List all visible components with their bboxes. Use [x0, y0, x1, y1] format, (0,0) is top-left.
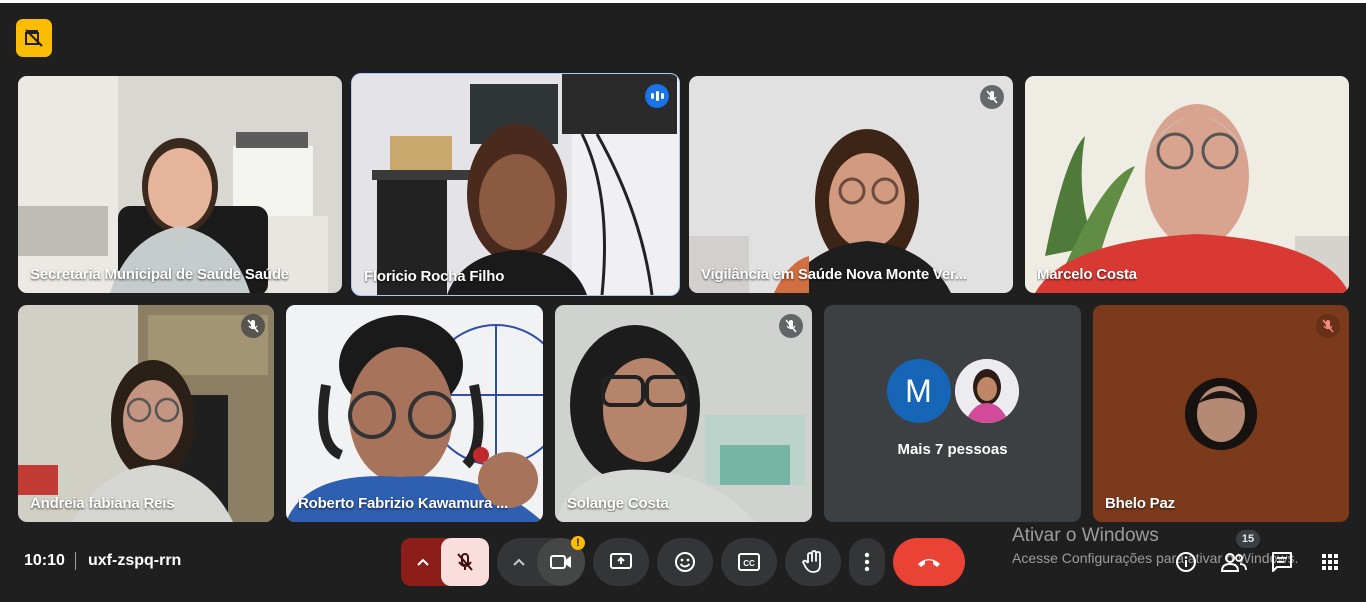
camera-warning-icon: !: [571, 536, 585, 550]
reactions-button[interactable]: [657, 538, 713, 586]
participant-name: Vigilância em Saúde Nova Monte Ver...: [701, 266, 967, 283]
participant-avatar: M: [886, 359, 951, 423]
mic-off-indicator: [980, 85, 1004, 109]
info-icon: [1176, 552, 1196, 572]
video-feed: [689, 76, 1013, 293]
participant-tile[interactable]: Marcelo Costa: [1025, 76, 1349, 293]
chevron-up-icon: [513, 558, 525, 566]
participant-avatar-photo: [1185, 378, 1257, 450]
participant-name: Andreia fabiana Reis: [30, 495, 175, 512]
mic-off-icon: [247, 319, 259, 333]
meeting-details-button[interactable]: [1172, 548, 1200, 576]
mic-off-icon: [1322, 319, 1334, 333]
participant-name: Marcelo Costa: [1037, 266, 1137, 283]
mic-off-icon: [457, 553, 473, 571]
svg-text:CC: CC: [743, 559, 755, 568]
divider: [75, 552, 76, 570]
participant-tile[interactable]: Secretaria Municipal de Saúde Saúde: [18, 76, 342, 293]
recording-disabled-badge[interactable]: [16, 19, 52, 57]
top-strip: [0, 0, 1366, 3]
video-feed: [18, 76, 342, 293]
participant-tile[interactable]: Roberto Fabrizio Kawamura ...: [286, 305, 543, 522]
video-options-chevron[interactable]: [502, 538, 536, 586]
participant-avatar-photo: [954, 359, 1019, 423]
raise-hand-icon: [802, 550, 821, 573]
people-button[interactable]: [1220, 548, 1248, 576]
emoji-icon: [675, 552, 695, 572]
leave-call-button[interactable]: [893, 538, 965, 586]
camera-toggle-button[interactable]: !: [537, 536, 585, 586]
activation-subtitle: Acesse Configurações para ativar o Windo…: [1012, 550, 1299, 566]
participant-tile[interactable]: Vigilância em Saúde Nova Monte Ver...: [689, 76, 1013, 293]
participant-name: Roberto Fabrizio Kawamura ...: [298, 495, 509, 512]
participant-name: Floricio Rocha Filho: [364, 268, 505, 285]
speaking-indicator-icon: [645, 84, 669, 108]
participant-tile[interactable]: Andreia fabiana Reis: [18, 305, 274, 522]
participant-tile[interactable]: Bhelo Paz: [1093, 305, 1349, 522]
participant-name: Solange Costa: [567, 495, 669, 512]
meeting-clock: 10:10: [24, 552, 65, 569]
participant-name: Secretaria Municipal de Saúde Saúde: [30, 266, 289, 283]
mic-off-indicator: [1316, 314, 1340, 338]
more-people-tile[interactable]: M Mais 7 pessoas: [824, 305, 1081, 522]
audio-options-chevron[interactable]: [406, 538, 440, 586]
participants-count-badge: 15: [1236, 530, 1260, 548]
present-button[interactable]: [593, 538, 649, 586]
mic-off-indicator: [241, 314, 265, 338]
end-call-icon: [918, 559, 940, 567]
video-feed: [286, 305, 543, 522]
raise-hand-button[interactable]: [785, 538, 841, 586]
chevron-up-icon: [417, 558, 429, 566]
video-feed: [555, 305, 812, 522]
participant-name: Bhelo Paz: [1105, 495, 1175, 512]
mic-off-icon: [986, 90, 998, 104]
more-vert-icon: [864, 552, 870, 572]
chat-button[interactable]: [1268, 548, 1296, 576]
mic-off-icon: [785, 319, 797, 333]
present-icon: [610, 553, 632, 569]
captions-button[interactable]: CC: [721, 538, 777, 586]
participant-tile-active[interactable]: Floricio Rocha Filho: [351, 73, 680, 296]
apps-icon: [1322, 554, 1338, 570]
video-feed: [352, 74, 679, 295]
meeting-code: uxf-zspq-rrn: [88, 552, 182, 569]
video-feed: [1025, 76, 1349, 293]
no-recording-icon: [25, 29, 43, 47]
mic-toggle-button[interactable]: [441, 538, 489, 586]
activities-button[interactable]: [1316, 548, 1344, 576]
participant-tile[interactable]: Solange Costa: [555, 305, 812, 522]
more-people-label: Mais 7 pessoas: [897, 441, 1008, 458]
people-icon: [1221, 553, 1247, 572]
more-options-button[interactable]: [849, 538, 885, 586]
activation-title: Ativar o Windows: [1012, 525, 1159, 546]
bottom-toolbar: 10:10 uxf-zspq-rrn ! CC Ativar o Windows…: [0, 525, 1366, 602]
chat-icon: [1272, 552, 1292, 572]
camera-icon: [550, 555, 571, 569]
captions-icon: CC: [738, 553, 760, 571]
mic-off-indicator: [779, 314, 803, 338]
video-feed: [18, 305, 274, 522]
